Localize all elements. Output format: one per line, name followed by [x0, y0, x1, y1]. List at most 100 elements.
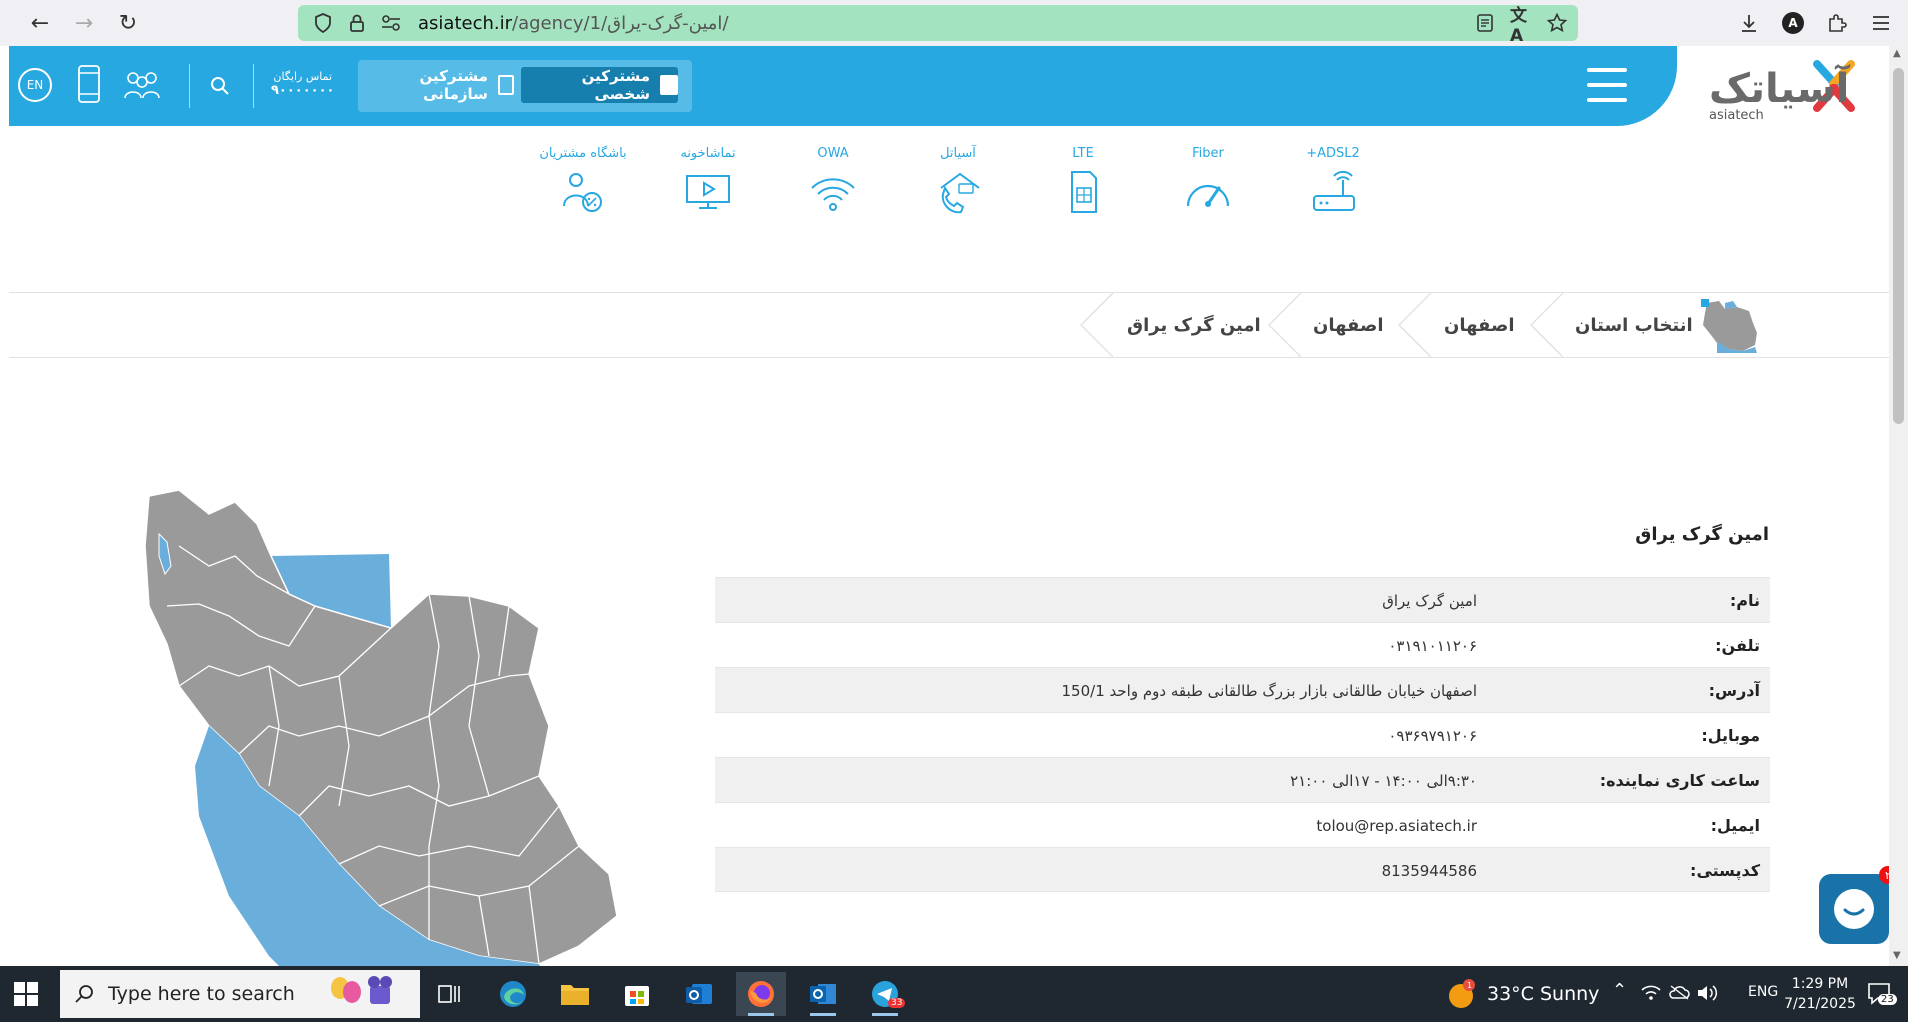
- breadcrumb-agency[interactable]: امین گرک یراق: [1127, 293, 1261, 357]
- extensions-icon[interactable]: [1820, 6, 1854, 40]
- scroll-up-arrow[interactable]: ▲: [1893, 48, 1901, 59]
- svg-text:1: 1: [1467, 981, 1472, 990]
- free-call-contact[interactable]: تماس رایگان ۹۰۰۰۰۰۰۰: [271, 70, 334, 99]
- breadcrumb-separator: [1079, 293, 1113, 357]
- breadcrumb-province[interactable]: اصفهان: [1444, 293, 1515, 357]
- info-row-hours: ساعت کاری نماینده: ۹:۳۰الی ۱۴:۰۰ - ۱۷الی…: [715, 757, 1770, 802]
- bookmark-star-icon[interactable]: [1546, 12, 1568, 34]
- firefox-icon[interactable]: [736, 972, 786, 1016]
- services-menu: ADSL2+ Fiber LTE آسیاتل OWA تماشاخونه با…: [529, 146, 1369, 226]
- logo-text: آسیاتک: [1709, 66, 1850, 112]
- chat-icon: [1834, 889, 1874, 929]
- info-row-phone: تلفن: ۰۳۱۹۱۰۱۱۲۰۶: [715, 622, 1770, 667]
- lock-icon[interactable]: [346, 12, 368, 34]
- service-lte[interactable]: LTE: [1033, 146, 1133, 214]
- outlook-icon[interactable]: [798, 972, 848, 1016]
- network-icon[interactable]: [1640, 982, 1662, 1006]
- breadcrumb-label: امین گرک یراق: [1127, 314, 1261, 336]
- corporate-customers-button[interactable]: مشترکین سازمانی: [368, 67, 514, 103]
- url-text[interactable]: asiatech.ir/agency/1/امین-گرک-یراق/: [418, 13, 729, 34]
- sun-icon: 1: [1449, 979, 1475, 1008]
- breadcrumb-label: اصفهان: [1313, 314, 1384, 336]
- menu-icon[interactable]: [1864, 6, 1898, 40]
- translate-icon[interactable]: 文A: [1510, 6, 1532, 46]
- breadcrumb-label: انتخاب استان: [1575, 314, 1693, 336]
- building-icon: [497, 75, 514, 95]
- info-value: 8135944586: [1381, 861, 1477, 880]
- back-button[interactable]: ←: [20, 3, 60, 43]
- page-scrollbar[interactable]: ▲ ▼: [1889, 46, 1908, 966]
- monitor-play-icon: [686, 175, 730, 209]
- iran-province-map[interactable]: [139, 486, 679, 966]
- forward-button[interactable]: →: [64, 3, 104, 43]
- volume-icon[interactable]: [1696, 984, 1718, 1006]
- url-path: /agency/1/امین-گرک-یراق/: [512, 12, 729, 34]
- service-label: OWA: [817, 146, 849, 161]
- voip-phone-icon: [940, 172, 980, 214]
- scrollbar-thumb[interactable]: [1893, 68, 1904, 424]
- breadcrumb-city[interactable]: اصفهان: [1313, 293, 1384, 357]
- house-icon: [660, 75, 678, 95]
- url-host: asiatech.ir: [418, 12, 512, 34]
- service-asiatel[interactable]: آسیاتل: [908, 146, 1008, 214]
- hamburger-menu-icon[interactable]: [1587, 68, 1627, 102]
- notifications-icon[interactable]: 23: [1866, 980, 1897, 1010]
- router-icon: [1313, 170, 1355, 211]
- taskbar-search[interactable]: Type here to search: [60, 970, 420, 1018]
- scroll-down-arrow[interactable]: ▼: [1893, 950, 1901, 961]
- windows-start-icon[interactable]: [14, 982, 38, 1006]
- cloud-sync-icon[interactable]: [1668, 984, 1690, 1004]
- info-row-email: ایمیل: tolou@rep.asiatech.ir: [715, 802, 1770, 847]
- info-row-mobile: موبایل: ۰۹۳۶۹۷۹۱۲۰۶: [715, 712, 1770, 757]
- telegram-icon[interactable]: 33: [860, 972, 910, 1016]
- mobile-app-icon[interactable]: [77, 64, 101, 108]
- service-adsl[interactable]: ADSL2+: [1283, 146, 1383, 214]
- microsoft-store-icon[interactable]: [612, 972, 662, 1016]
- breadcrumb-select-province[interactable]: انتخاب استان: [1575, 293, 1693, 357]
- search-icon: [75, 985, 93, 1003]
- corporate-customers-label: مشترکین سازمانی: [419, 67, 488, 103]
- file-explorer-icon[interactable]: [550, 972, 600, 1016]
- account-avatar-icon[interactable]: A: [1776, 6, 1810, 40]
- personal-customers-button[interactable]: مشترکین شخصی: [521, 67, 678, 103]
- system-clock[interactable]: 1:29 PM 7/21/2025: [1770, 974, 1870, 1014]
- weather-text: 33°C Sunny: [1487, 983, 1600, 1005]
- agency-title: امین گرک یراق: [1635, 524, 1769, 545]
- service-customers-club[interactable]: باشگاه مشتریان: [533, 146, 633, 214]
- info-row-name: نام: امین گرک یراق: [715, 577, 1770, 622]
- site-header: EN تماس رایگان ۹۰۰۰۰۰۰۰ مشترکین سازمانی …: [9, 46, 1677, 126]
- users-group-icon[interactable]: [123, 70, 161, 104]
- outlook-new-icon[interactable]: [674, 972, 724, 1016]
- address-bar[interactable]: asiatech.ir/agency/1/امین-گرک-یراق/ 文A: [298, 5, 1578, 46]
- info-value: ۰۹۳۶۹۷۹۱۲۰۶: [1388, 726, 1477, 745]
- clock-time: 1:29 PM: [1791, 976, 1849, 992]
- service-fiber[interactable]: Fiber: [1158, 146, 1258, 214]
- shield-icon[interactable]: [312, 12, 334, 34]
- reload-button[interactable]: ↻: [108, 3, 148, 43]
- task-view-icon[interactable]: [425, 972, 475, 1016]
- breadcrumb: انتخاب استان اصفهان اصفهان امین گرک یراق: [9, 292, 1889, 358]
- show-hidden-icons-chevron[interactable]: ⌃: [1612, 980, 1627, 1001]
- weather-widget[interactable]: 1 33°C Sunny: [1445, 966, 1599, 1022]
- service-label: ADSL2+: [1306, 146, 1360, 161]
- service-owa[interactable]: OWA: [783, 146, 883, 214]
- language-switch[interactable]: EN: [18, 68, 52, 102]
- site-permissions-icon[interactable]: [380, 12, 402, 34]
- agency-info-table: نام: امین گرک یراق تلفن: ۰۳۱۹۱۰۱۱۲۰۶ آدر…: [715, 577, 1770, 892]
- info-key: موبایل:: [1701, 726, 1760, 745]
- service-tamashakhooneh[interactable]: تماشاخونه: [658, 146, 758, 214]
- info-key: نام:: [1729, 591, 1760, 610]
- page-content: EN تماس رایگان ۹۰۰۰۰۰۰۰ مشترکین سازمانی …: [9, 46, 1889, 966]
- telegram-badge: 33: [888, 998, 906, 1008]
- reader-view-icon[interactable]: [1474, 12, 1496, 34]
- info-value: ۹:۳۰الی ۱۴:۰۰ - ۱۷الی ۲۱:۰۰: [1290, 771, 1477, 790]
- edge-icon[interactable]: [488, 972, 538, 1016]
- iran-map-icon[interactable]: [1699, 297, 1761, 355]
- chat-widget-button[interactable]: [1819, 874, 1889, 944]
- downloads-icon[interactable]: [1732, 6, 1766, 40]
- search-icon[interactable]: [210, 76, 230, 100]
- service-label: آسیاتل: [940, 146, 976, 161]
- clock-date: 7/21/2025: [1784, 996, 1856, 1012]
- info-key: تلفن:: [1715, 636, 1760, 655]
- service-label: LTE: [1072, 146, 1094, 161]
